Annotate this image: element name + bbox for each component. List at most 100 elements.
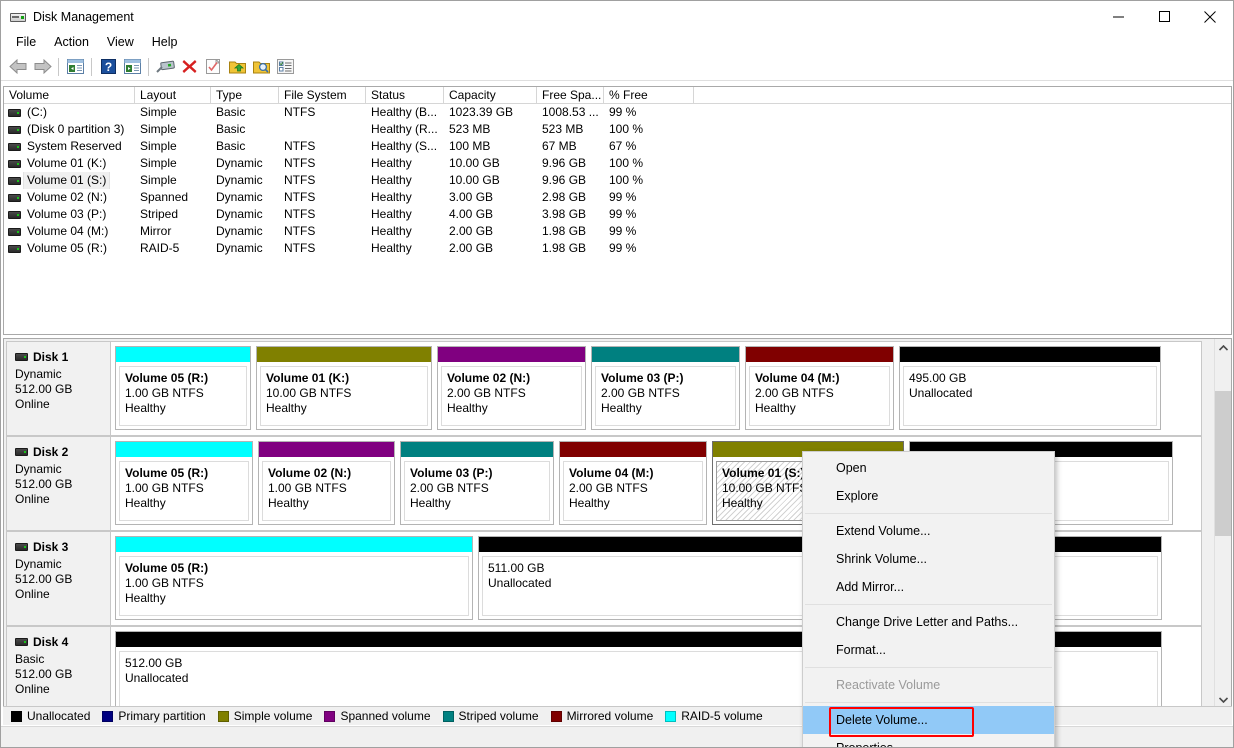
context-menu-item[interactable]: Add Mirror... (803, 573, 1054, 601)
folder-up-icon[interactable] (225, 55, 249, 79)
context-menu-item[interactable]: Format... (803, 636, 1054, 664)
context-menu-item[interactable]: Shrink Volume... (803, 545, 1054, 573)
context-menu-item[interactable]: Extend Volume... (803, 517, 1054, 545)
rescan-disks-icon[interactable] (153, 55, 177, 79)
column-header[interactable]: Type (211, 87, 279, 104)
volume-row[interactable]: (C:) Simple Basic NTFS Healthy (B... 1023.39 … (4, 104, 1231, 121)
disk-pane-scrollbar[interactable] (1214, 339, 1231, 708)
column-header[interactable]: Layout (135, 87, 211, 104)
delete-icon[interactable] (177, 55, 201, 79)
disk-row[interactable]: Disk 1 Dynamic 512.00 GB Online Volume 05 (R… (6, 341, 1202, 436)
disk-type-label: Basic (15, 652, 45, 666)
column-header[interactable]: Volume (4, 87, 135, 104)
column-header[interactable]: Status (366, 87, 444, 104)
legend-label: Spanned volume (340, 709, 431, 723)
partition-block[interactable]: Volume 05 (R:) 1.00 GB NTFS Healthy (115, 346, 251, 430)
volume-cell-capacity: 523 MB (449, 122, 491, 136)
list-properties-icon[interactable] (273, 55, 297, 79)
partition-block[interactable]: Volume 05 (R:) 1.00 GB NTFS Healthy (115, 536, 473, 620)
context-menu-item: Reactivate Volume (836, 678, 941, 692)
folder-search-icon[interactable] (249, 55, 273, 79)
close-button[interactable] (1187, 1, 1233, 32)
partition-line2-label: 2.00 GB NTFS (601, 386, 680, 400)
maximize-button[interactable] (1141, 1, 1187, 32)
legend-swatch (11, 710, 22, 722)
menu-view[interactable]: View (98, 33, 143, 52)
disk-name-label: Disk 2 (33, 445, 69, 459)
disk-management-icon (10, 9, 26, 25)
volume-cell-status: Healthy (371, 207, 412, 221)
disk-info-panel[interactable]: Disk 4 Basic 512.00 GB Online (7, 627, 111, 708)
column-header[interactable]: File System (279, 87, 366, 104)
partition-block[interactable]: Volume 04 (M:) 2.00 GB NTFS Healthy (745, 346, 894, 430)
volume-name-label: System Reserved (27, 139, 122, 153)
disk-type-label: Dynamic (15, 367, 62, 381)
scrollbar-thumb[interactable] (1215, 391, 1231, 536)
volume-row[interactable]: (Disk 0 partition 3) Simple Basic Healthy (… (4, 121, 1231, 138)
volume-row[interactable]: Volume 04 (M:) Mirror Dynamic NTFS Healthy 2.… (4, 223, 1231, 240)
volume-icon (8, 159, 21, 168)
volume-cell-free: 3.98 GB (542, 207, 587, 221)
context-menu-item[interactable]: Open (803, 454, 1054, 482)
context-menu-item[interactable]: Delete Volume... (803, 706, 1054, 737)
volume-name-label: Volume 02 (N:) (27, 190, 108, 204)
volume-row[interactable]: Volume 03 (P:) Striped Dynamic NTFS Healthy 4… (4, 206, 1231, 223)
context-menu-item[interactable]: Properties (803, 734, 1054, 747)
partition-name-label: Volume 04 (M:) (755, 371, 840, 385)
partition-line3-label: Healthy (755, 401, 796, 415)
volume-cell-pct: 99 % (609, 224, 637, 238)
forward-icon[interactable] (30, 55, 54, 79)
volume-row[interactable]: Volume 02 (N:) Spanned Dynamic NTFS Healthy 3… (4, 189, 1231, 206)
menu-action[interactable]: Action (45, 33, 98, 52)
volume-cell-free: 1008.53 ... (542, 105, 599, 119)
partition-name-label: Volume 03 (P:) (410, 466, 493, 480)
menu-help[interactable]: Help (143, 33, 187, 52)
partition-block[interactable]: Volume 03 (P:) 2.00 GB NTFS Healthy (591, 346, 740, 430)
disk-info-panel[interactable]: Disk 2 Dynamic 512.00 GB Online (7, 437, 111, 530)
partition-block[interactable]: 495.00 GB Unallocated (899, 346, 1161, 430)
show-action-pane-icon[interactable] (120, 55, 144, 79)
volume-cell-type: Dynamic (216, 207, 263, 221)
partition-name-label: Volume 05 (R:) (125, 561, 209, 575)
help-icon[interactable]: ? (96, 55, 120, 79)
show-hide-console-tree-icon[interactable] (63, 55, 87, 79)
partition-details: Volume 05 (R:) 1.00 GB NTFS Healthy (119, 366, 247, 426)
volume-cell-pct: 99 % (609, 105, 637, 119)
partition-block[interactable]: Volume 02 (N:) 2.00 GB NTFS Healthy (437, 346, 586, 430)
disk-info-panel[interactable]: Disk 3 Dynamic 512.00 GB Online (7, 532, 111, 625)
volume-row[interactable]: Volume 01 (K:) Simple Dynamic NTFS Healthy 10… (4, 155, 1231, 172)
menu-file[interactable]: File (7, 33, 45, 52)
minimize-button[interactable] (1095, 1, 1141, 32)
volume-cell-pct: 99 % (609, 207, 637, 221)
partition-block[interactable]: Volume 05 (R:) 1.00 GB NTFS Healthy (115, 441, 253, 525)
disk-info-panel[interactable]: Disk 1 Dynamic 512.00 GB Online (7, 342, 111, 435)
volume-name-cell: (C:) (4, 104, 135, 121)
back-icon[interactable] (6, 55, 30, 79)
legend-item: Striped volume (442, 709, 539, 723)
partition-block[interactable]: Volume 02 (N:) 1.00 GB NTFS Healthy (258, 441, 395, 525)
volume-icon (8, 108, 21, 117)
volume-cell-pct: 100 % (609, 156, 644, 170)
scroll-up-button[interactable] (1215, 339, 1231, 356)
column-header[interactable]: % Free (604, 87, 694, 104)
volume-row[interactable]: Volume 01 (S:) Simple Dynamic NTFS Healthy 10… (4, 172, 1231, 189)
partition-block[interactable]: Volume 03 (P:) 2.00 GB NTFS Healthy (400, 441, 554, 525)
context-menu-item[interactable]: Change Drive Letter and Paths... (803, 608, 1054, 636)
volume-context-menu[interactable]: Open Explore Extend Volume... Shrink Volume… (802, 451, 1055, 747)
properties-check-icon[interactable] (201, 55, 225, 79)
volume-cell-status: Healthy (S... (371, 139, 438, 153)
disk-icon (15, 353, 28, 361)
partition-block[interactable]: Volume 04 (M:) 2.00 GB NTFS Healthy (559, 441, 707, 525)
context-menu-item[interactable]: Explore (803, 482, 1054, 510)
legend-item: Simple volume (217, 709, 312, 723)
partition-line3-label: Healthy (125, 591, 166, 605)
volume-cell-free: 1.98 GB (542, 241, 587, 255)
legend-label: Striped volume (458, 709, 539, 723)
column-header[interactable]: Capacity (444, 87, 537, 104)
volume-cell-capacity: 1023.39 GB (449, 105, 514, 119)
volume-list[interactable]: Volume Layout Type File System Status Capacit… (3, 86, 1232, 335)
partition-block[interactable]: Volume 01 (K:) 10.00 GB NTFS Healthy (256, 346, 432, 430)
volume-row[interactable]: Volume 05 (R:) RAID-5 Dynamic NTFS Healthy 2.… (4, 240, 1231, 257)
column-header[interactable]: Free Spa... (537, 87, 604, 104)
volume-row[interactable]: System Reserved Simple Basic NTFS Healthy (S… (4, 138, 1231, 155)
